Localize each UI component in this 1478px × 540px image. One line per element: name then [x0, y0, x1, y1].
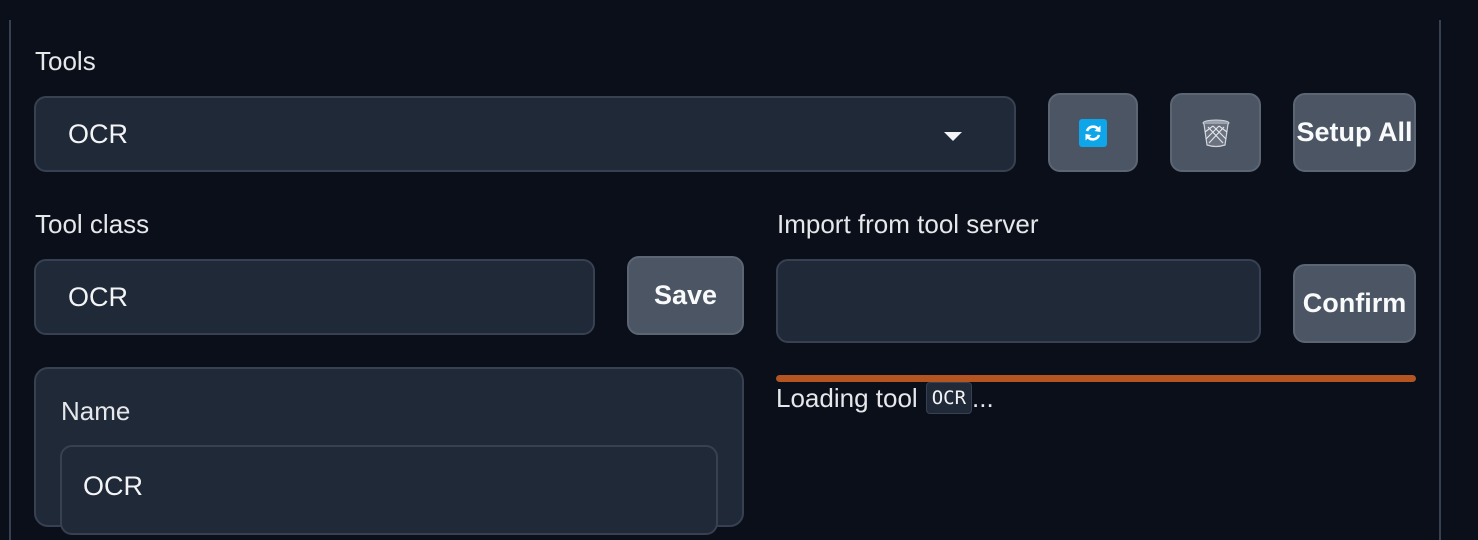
- loading-tool-code: OCR: [925, 382, 973, 414]
- delete-tool-button[interactable]: [1170, 93, 1261, 172]
- tools-dropdown-value: OCR: [68, 118, 128, 149]
- name-panel: Name OCR: [34, 367, 744, 535]
- import-server-label: Import from tool server: [777, 209, 1039, 239]
- loading-status-prefix: Loading tool: [776, 382, 918, 413]
- chevron-down-icon: [944, 132, 962, 141]
- confirm-button[interactable]: Confirm: [1293, 264, 1416, 343]
- trash-icon: [1202, 119, 1229, 147]
- name-label: Name: [61, 396, 131, 426]
- loading-progress-bar: [776, 375, 1416, 382]
- loading-status-suffix: ...: [972, 382, 994, 413]
- import-server-input[interactable]: [776, 259, 1261, 343]
- name-input[interactable]: OCR: [60, 445, 718, 535]
- loading-progress-fill: [776, 375, 1416, 382]
- name-value: OCR: [83, 471, 143, 501]
- tool-class-input[interactable]: OCR: [34, 259, 595, 335]
- loading-status: Loading tool OCR ...: [776, 382, 994, 414]
- setup-all-button[interactable]: Setup All: [1293, 93, 1416, 172]
- tools-dropdown[interactable]: OCR: [34, 96, 1016, 172]
- refresh-icon: [1079, 118, 1107, 147]
- save-button[interactable]: Save: [627, 256, 744, 335]
- refresh-tools-button[interactable]: [1048, 93, 1138, 172]
- tool-class-label: Tool class: [35, 209, 150, 239]
- tool-class-value: OCR: [68, 281, 128, 312]
- tools-label: Tools: [35, 46, 96, 76]
